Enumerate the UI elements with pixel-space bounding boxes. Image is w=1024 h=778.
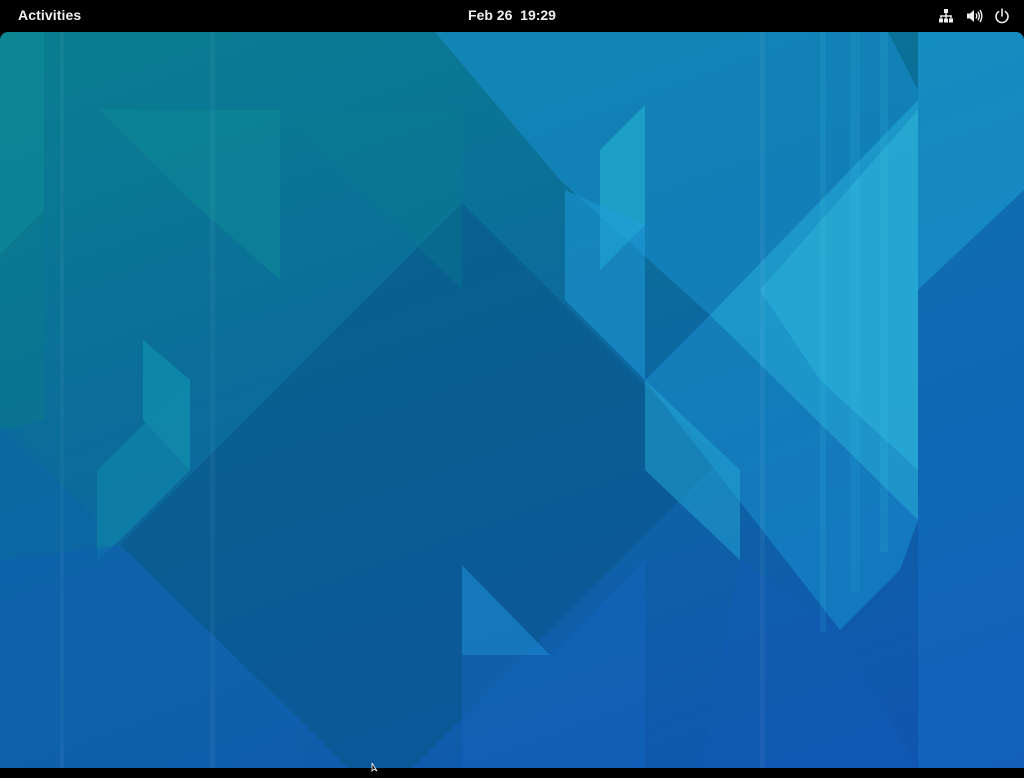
activities-button[interactable]: Activities: [10, 0, 89, 32]
system-tray[interactable]: [932, 0, 1016, 32]
clock-button[interactable]: Feb 26 19:29: [457, 0, 567, 32]
mouse-pointer-icon: [371, 760, 381, 778]
wallpaper: [0, 32, 1024, 768]
power-icon[interactable]: [988, 0, 1016, 32]
network-icon[interactable]: [932, 0, 960, 32]
volume-icon[interactable]: [960, 0, 988, 32]
desktop-background[interactable]: [0, 32, 1024, 768]
top-bar: Activities Feb 26 19:29: [0, 0, 1024, 32]
